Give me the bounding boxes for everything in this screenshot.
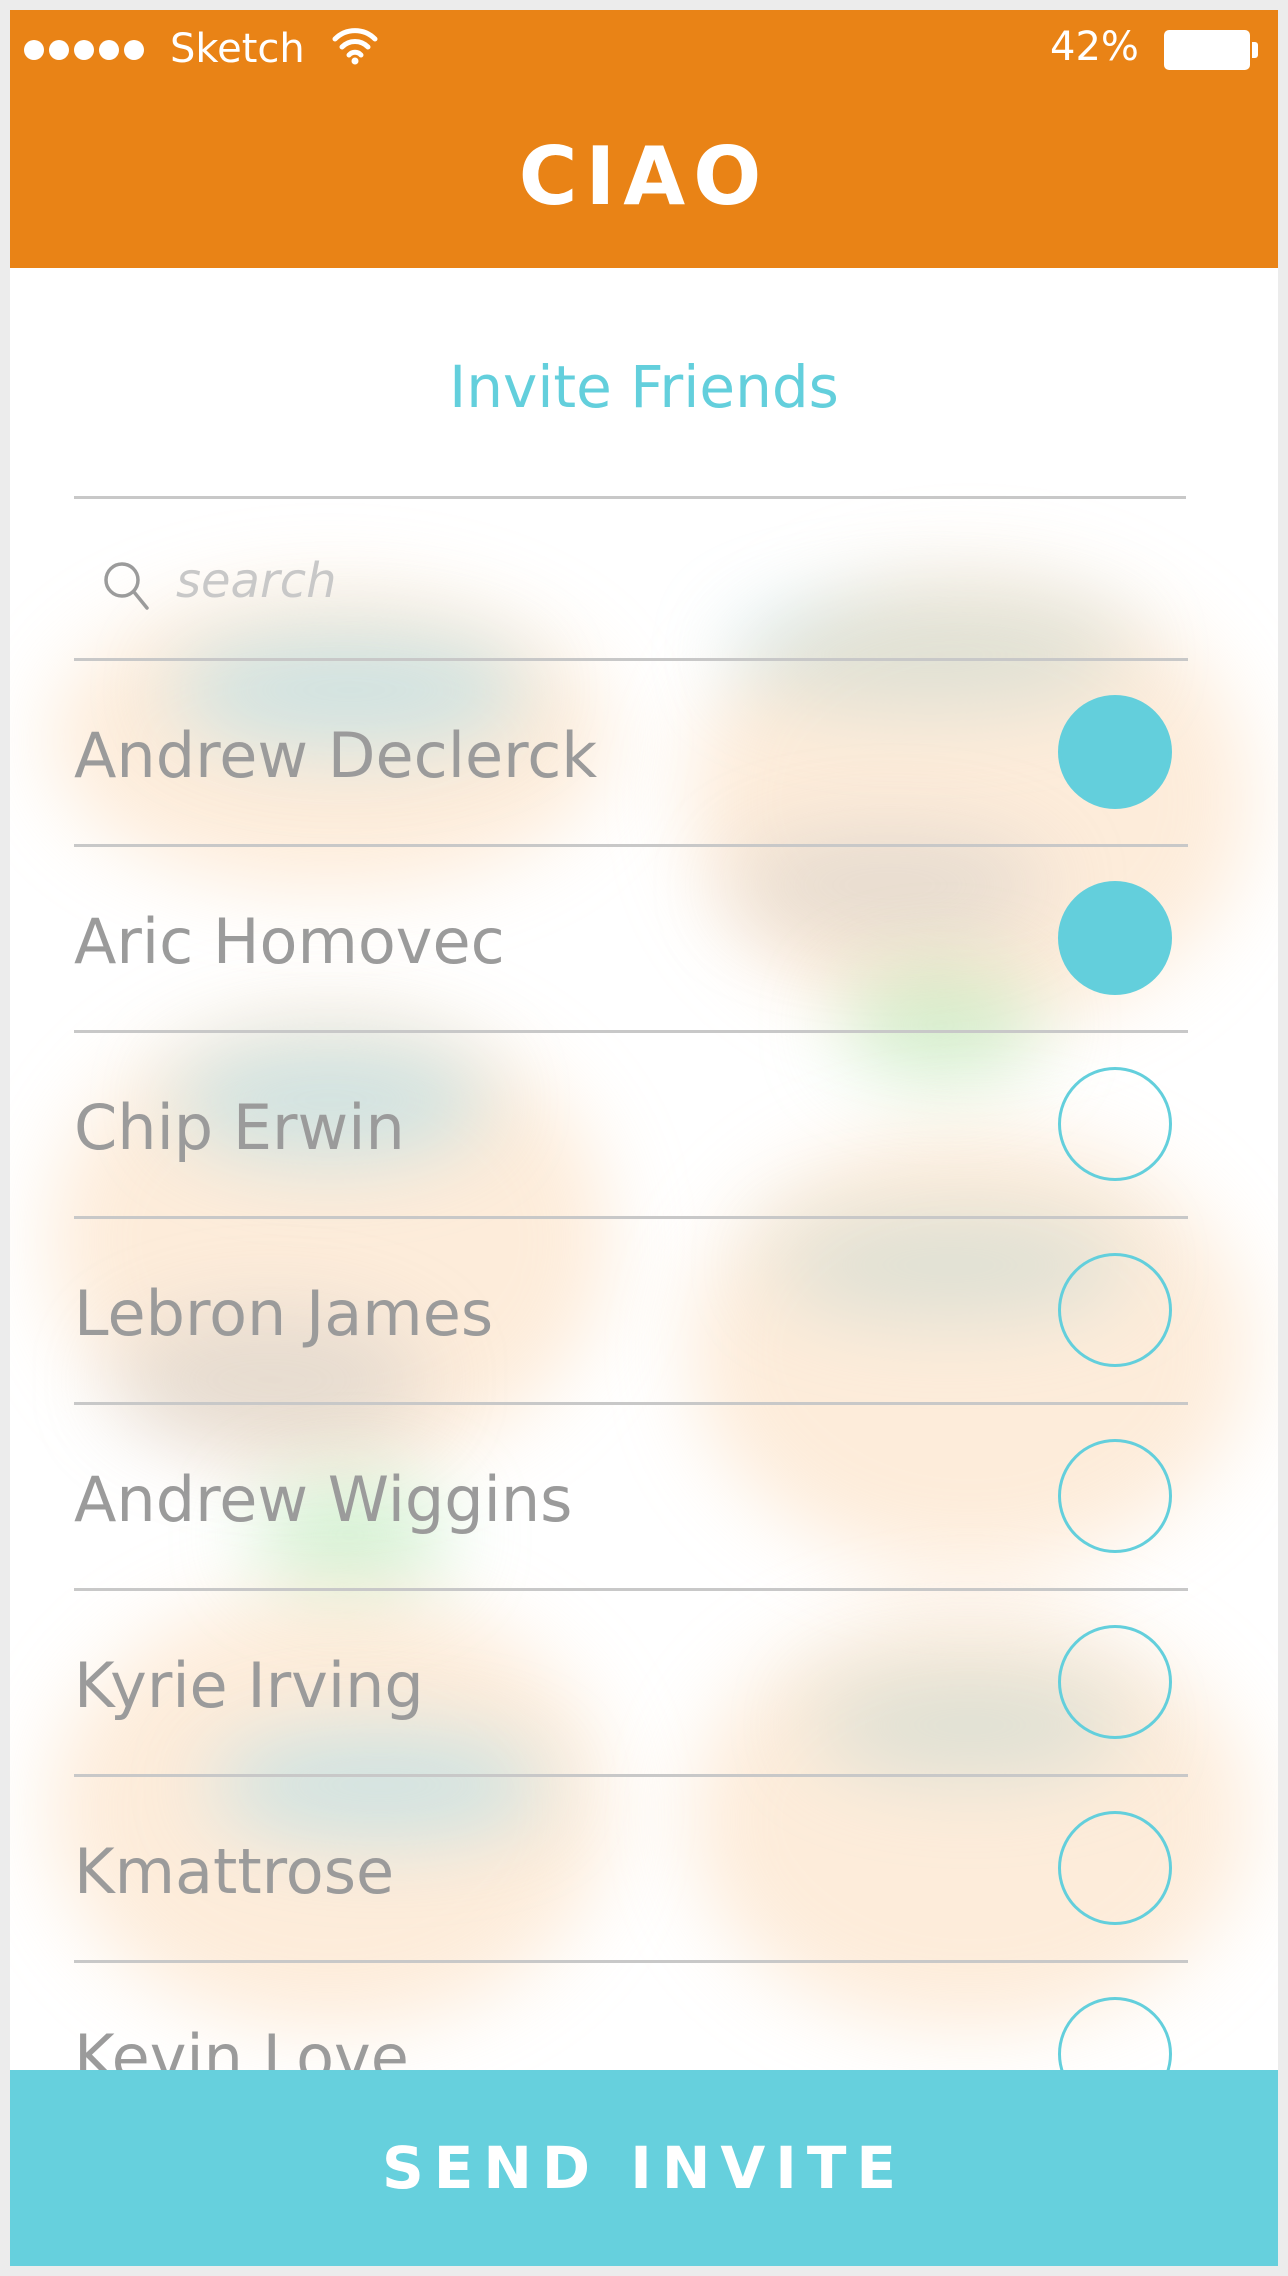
unselected-checkbox[interactable] — [1058, 1811, 1172, 1925]
friend-list-item[interactable]: Aric Homovec — [74, 844, 1188, 1033]
wifi-icon — [332, 26, 378, 70]
friend-name: Chip Erwin — [74, 1091, 405, 1164]
friend-name: Andrew Declerck — [74, 719, 598, 792]
friend-list-item[interactable]: Chip Erwin — [74, 1030, 1188, 1219]
app-header: Sketch 42% CIAO — [10, 10, 1278, 268]
friend-name: Aric Homovec — [74, 905, 505, 978]
search-icon — [102, 560, 150, 616]
friend-name: Kyrie Irving — [74, 1649, 424, 1722]
friend-list-item[interactable]: Kmattrose — [74, 1774, 1188, 1963]
friend-list-item[interactable]: Andrew Wiggins — [74, 1402, 1188, 1591]
friend-name: Kmattrose — [74, 1835, 395, 1908]
friend-name: Andrew Wiggins — [74, 1463, 573, 1536]
unselected-checkbox[interactable] — [1058, 1625, 1172, 1739]
send-invite-button[interactable]: SEND INVITE — [10, 2070, 1278, 2266]
selected-checkbox[interactable] — [1058, 881, 1172, 995]
friend-list-item[interactable]: Kyrie Irving — [74, 1588, 1188, 1777]
page-title: Invite Friends — [449, 353, 839, 421]
selected-checkbox[interactable] — [1058, 695, 1172, 809]
unselected-checkbox[interactable] — [1058, 1067, 1172, 1181]
battery-icon — [1164, 30, 1258, 70]
signal-strength-icon — [24, 40, 144, 60]
search-bar — [74, 498, 1186, 658]
search-input[interactable] — [174, 548, 878, 614]
unselected-checkbox[interactable] — [1058, 1253, 1172, 1367]
status-bar: Sketch 42% — [10, 10, 1278, 80]
friend-list-item[interactable]: Andrew Declerck — [74, 658, 1188, 847]
carrier-name: Sketch — [170, 26, 305, 72]
friend-list-item[interactable]: Lebron James — [74, 1216, 1188, 1405]
unselected-checkbox[interactable] — [1058, 1439, 1172, 1553]
battery-percentage: 42% — [1050, 24, 1139, 70]
friend-name: Lebron James — [74, 1277, 494, 1350]
phone-screen: Sketch 42% CIAO Invite Friends search An… — [10, 10, 1278, 2266]
app-title: CIAO — [518, 130, 770, 223]
